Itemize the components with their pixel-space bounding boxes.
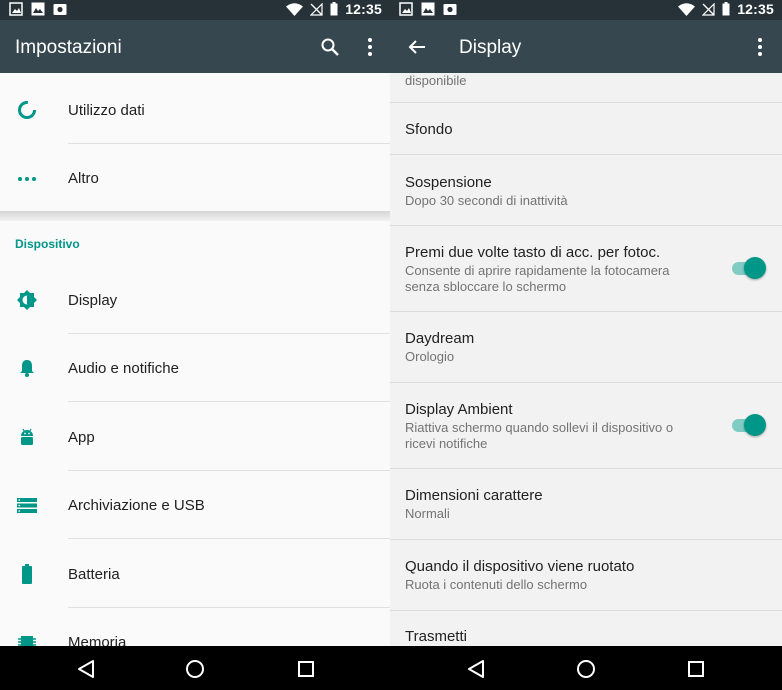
- settings-row-sleep[interactable]: Sospensione Dopo 30 secondi di inattivit…: [390, 155, 782, 226]
- settings-item-more[interactable]: Altro: [0, 144, 390, 212]
- settings-row-font-size[interactable]: Dimensioni carattere Normali: [390, 469, 782, 540]
- image-notification-icon: [399, 2, 413, 16]
- settings-item-label: Utilizzo dati: [68, 102, 145, 119]
- settings-item-label: Audio e notifiche: [68, 360, 179, 377]
- app-toolbar: Impostazioni: [0, 20, 390, 73]
- status-time: 12:35: [737, 1, 774, 17]
- row-subtitle: Riattiva schermo quando sollevi il dispo…: [405, 420, 674, 451]
- row-title: Display Ambient: [405, 401, 513, 418]
- row-subtitle: Ruota i contenuti dello schermo: [405, 577, 588, 592]
- row-subtitle: Dopo 30 secondi di inattività: [405, 193, 568, 208]
- home-nav-icon[interactable]: [575, 658, 597, 680]
- brightness-icon: [17, 290, 37, 310]
- gallery-notification-icon: [31, 2, 45, 16]
- row-subtitle: Normali: [405, 506, 450, 521]
- settings-screen: 12:35 Impostazioni Utilizzo dati Altro D…: [0, 0, 390, 646]
- settings-item-memory[interactable]: Memoria: [0, 608, 390, 646]
- divider: [68, 401, 390, 402]
- search-icon: [321, 38, 339, 56]
- search-button[interactable]: [317, 34, 343, 60]
- status-bar: 12:35: [0, 0, 390, 20]
- battery-status-icon: [722, 2, 730, 16]
- settings-item-storage[interactable]: Archiviazione e USB: [0, 471, 390, 539]
- double-tap-camera-toggle[interactable]: [732, 257, 766, 279]
- back-nav-icon[interactable]: [75, 658, 97, 680]
- settings-item-data-usage[interactable]: Utilizzo dati: [0, 76, 390, 144]
- settings-item-apps[interactable]: App: [0, 403, 390, 471]
- settings-row-rotation[interactable]: Quando il dispositivo viene ruotato Ruot…: [390, 540, 782, 611]
- back-button[interactable]: [404, 34, 430, 60]
- settings-item-label: Batteria: [68, 566, 120, 583]
- row-title: Daydream: [405, 330, 475, 347]
- section-header-device: Dispositivo: [15, 237, 80, 251]
- recents-nav-icon[interactable]: [685, 658, 707, 680]
- no-signal-icon: [702, 2, 715, 16]
- no-signal-icon: [310, 2, 323, 16]
- settings-item-battery[interactable]: Batteria: [0, 540, 390, 608]
- settings-row-wallpaper[interactable]: Sfondo: [390, 103, 782, 155]
- row-subtitle: Orologio: [405, 349, 455, 364]
- row-title: Sospensione: [405, 174, 492, 191]
- row-subtitle: disponibile: [405, 73, 467, 88]
- settings-item-label: Altro: [68, 170, 99, 187]
- home-nav-icon[interactable]: [184, 658, 206, 680]
- arrow-back-icon: [408, 40, 425, 54]
- settings-item-label: Archiviazione e USB: [68, 497, 205, 514]
- recents-nav-icon[interactable]: [295, 658, 317, 680]
- display-settings-screen: 12:35 Display disponibile Sfondo Sospens…: [390, 0, 782, 646]
- android-icon: [21, 428, 33, 445]
- image-notification-icon: [9, 2, 23, 16]
- battery-icon: [22, 564, 32, 584]
- settings-row-daydream[interactable]: Daydream Orologio: [390, 312, 782, 383]
- toggle-thumb: [744, 257, 766, 279]
- settings-item-label: Display: [68, 292, 118, 309]
- ambient-display-toggle[interactable]: [732, 414, 766, 436]
- more-horiz-icon: [18, 177, 36, 181]
- wifi-icon: [678, 2, 696, 16]
- memory-icon: [18, 636, 36, 646]
- bell-icon: [20, 360, 34, 377]
- settings-item-label: App: [68, 429, 95, 446]
- settings-item-audio[interactable]: Audio e notifiche: [0, 334, 390, 402]
- app-toolbar: Display: [390, 20, 782, 73]
- card-separator: [0, 211, 390, 221]
- settings-row-cast[interactable]: Trasmetti: [390, 611, 782, 646]
- overflow-menu-button[interactable]: [747, 34, 773, 60]
- battery-status-icon: [330, 2, 338, 16]
- row-title: Dimensioni carattere: [405, 487, 543, 504]
- more-vert-icon: [758, 38, 762, 56]
- photo-notification-icon: [53, 4, 67, 15]
- row-subtitle: Consente di aprire rapidamente la fotoca…: [405, 263, 670, 294]
- settings-row-ambient-display[interactable]: Display Ambient Riattiva schermo quando …: [390, 383, 782, 469]
- photo-notification-icon: [443, 4, 457, 15]
- row-title: Premi due volte tasto di acc. per fotoc.: [405, 244, 661, 261]
- overflow-menu-button[interactable]: [357, 34, 383, 60]
- page-title: Impostazioni: [15, 37, 122, 58]
- gallery-notification-icon: [421, 2, 435, 16]
- status-time: 12:35: [345, 1, 382, 17]
- toggle-thumb: [744, 414, 766, 436]
- page-title: Display: [459, 37, 522, 58]
- settings-item-display[interactable]: Display: [0, 266, 390, 334]
- settings-row-partial[interactable]: disponibile: [390, 73, 782, 103]
- divider: [68, 538, 390, 539]
- navigation-bar: [0, 646, 782, 690]
- more-vert-icon: [368, 38, 372, 56]
- back-nav-icon[interactable]: [465, 658, 487, 680]
- row-title: Quando il dispositivo viene ruotato: [405, 558, 635, 575]
- status-bar: 12:35: [390, 0, 782, 20]
- settings-item-label: Memoria: [68, 634, 127, 646]
- data-usage-icon: [18, 101, 36, 119]
- wifi-icon: [286, 2, 304, 16]
- row-title: Trasmetti: [405, 628, 467, 645]
- settings-row-double-tap-camera[interactable]: Premi due volte tasto di acc. per fotoc.…: [390, 226, 782, 312]
- storage-icon: [17, 498, 37, 513]
- row-title: Sfondo: [405, 121, 453, 138]
